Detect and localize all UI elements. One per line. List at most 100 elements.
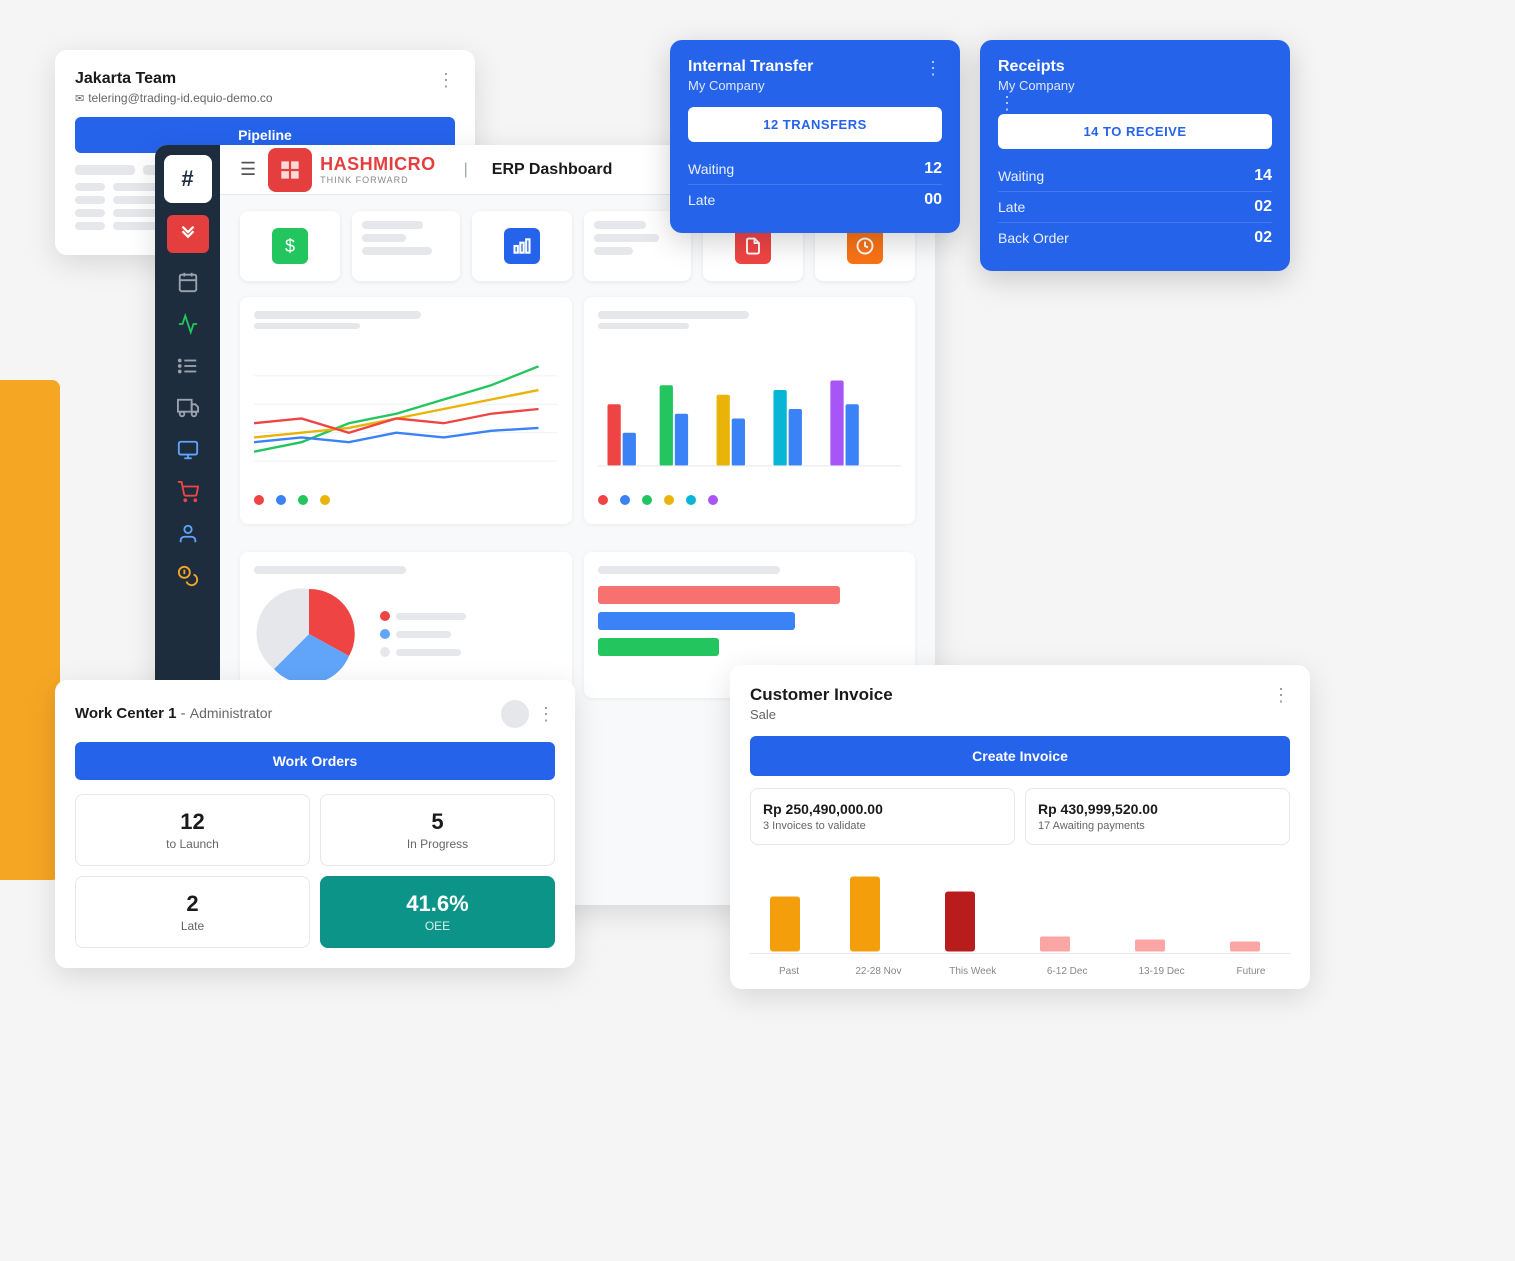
work-center-title: Work Center 1 - Administrator bbox=[75, 705, 272, 722]
receipts-waiting-row: Waiting 14 bbox=[998, 161, 1272, 192]
receipts-card-header: Receipts My Company ⋮ bbox=[998, 58, 1272, 114]
chart-label-nov: 22-28 Nov bbox=[848, 966, 908, 977]
hbar-pink bbox=[598, 586, 841, 604]
oee-value: 41.6% bbox=[337, 891, 538, 917]
erp-logo: # bbox=[164, 155, 212, 203]
sidebar-calendar-icon[interactable] bbox=[167, 263, 209, 301]
invoice-amounts: Rp 250,490,000.00 3 Invoices to validate… bbox=[750, 788, 1290, 845]
work-center-header: Work Center 1 - Administrator ⋮ bbox=[75, 700, 555, 728]
pie-chart bbox=[254, 584, 364, 684]
receipts-waiting-label: Waiting bbox=[998, 168, 1044, 184]
hashmicro-logo: HASHMICRO THINK FORWARD bbox=[268, 148, 436, 192]
launch-label: to Launch bbox=[92, 837, 293, 851]
invoice-icon bbox=[735, 228, 771, 264]
receipts-waiting-value: 14 bbox=[1254, 167, 1272, 185]
kpi-sales: $ bbox=[240, 211, 340, 281]
inprogress-label: In Progress bbox=[337, 837, 538, 851]
sidebar-coins-icon[interactable] bbox=[167, 557, 209, 595]
charts-two-col bbox=[240, 297, 915, 538]
customer-invoice-card: Customer Invoice Sale ⋮ Create Invoice R… bbox=[730, 665, 1310, 989]
wc-menu-icon[interactable]: ⋮ bbox=[537, 704, 555, 725]
wc-stat-launch: 12 to Launch bbox=[75, 794, 310, 866]
receipts-card-info: Receipts My Company bbox=[998, 58, 1272, 93]
hbar-green bbox=[598, 638, 719, 656]
bar-chart-legend bbox=[598, 492, 902, 510]
transfer-late-value: 00 bbox=[924, 191, 942, 209]
jakarta-title: Jakarta Team bbox=[75, 70, 273, 88]
transfer-waiting-row: Waiting 12 bbox=[688, 154, 942, 185]
sidebar-chart-icon[interactable] bbox=[167, 305, 209, 343]
pie-chart-section bbox=[240, 552, 572, 698]
chart-label-dec6: 6-12 Dec bbox=[1037, 966, 1097, 977]
hamburger-icon[interactable]: ☰ bbox=[240, 159, 256, 180]
kpi-analytics bbox=[472, 211, 572, 281]
transfer-card-header: Internal Transfer My Company ⋮ bbox=[688, 58, 942, 93]
invoice-info: Customer Invoice Sale bbox=[750, 685, 893, 722]
amount-validate-desc: 3 Invoices to validate bbox=[763, 820, 1002, 832]
transfer-menu-icon[interactable]: ⋮ bbox=[924, 58, 942, 79]
invoice-title: Customer Invoice bbox=[750, 685, 893, 705]
transfer-waiting-label: Waiting bbox=[688, 161, 734, 177]
invoice-amount-validate: Rp 250,490,000.00 3 Invoices to validate bbox=[750, 788, 1015, 845]
transfers-button[interactable]: 12 TRANSFERS bbox=[688, 107, 942, 142]
receipts-late-label: Late bbox=[998, 199, 1025, 215]
work-orders-button[interactable]: Work Orders bbox=[75, 742, 555, 780]
transfer-title: Internal Transfer bbox=[688, 58, 813, 76]
pie-section bbox=[254, 584, 558, 684]
sidebar-monitor-icon[interactable] bbox=[167, 431, 209, 469]
sidebar-nav-forward[interactable] bbox=[167, 215, 209, 253]
receipts-title: Receipts bbox=[998, 58, 1272, 76]
sidebar-user-icon[interactable] bbox=[167, 515, 209, 553]
chart-label-future: Future bbox=[1226, 966, 1276, 977]
work-center-card: Work Center 1 - Administrator ⋮ Work Ord… bbox=[55, 680, 575, 968]
invoice-subtitle: Sale bbox=[750, 707, 893, 722]
inprogress-count: 5 bbox=[337, 809, 538, 835]
wc-circle-control[interactable] bbox=[501, 700, 529, 728]
receipts-subtitle: My Company bbox=[998, 78, 1272, 93]
hbar-blue bbox=[598, 612, 795, 630]
bar-chart bbox=[598, 339, 902, 479]
sidebar-truck-icon[interactable] bbox=[167, 389, 209, 427]
transfer-waiting-value: 12 bbox=[924, 160, 942, 178]
hm-brand-name: HASHMICRO bbox=[320, 154, 436, 175]
hm-tagline: THINK FORWARD bbox=[320, 175, 436, 185]
receipts-backorder-row: Back Order 02 bbox=[998, 223, 1272, 253]
receipts-backorder-label: Back Order bbox=[998, 230, 1069, 246]
bar-chart-icon bbox=[504, 228, 540, 264]
amount-validate-value: Rp 250,490,000.00 bbox=[763, 801, 1002, 817]
receipts-menu-icon[interactable]: ⋮ bbox=[998, 93, 1016, 113]
email-icon: ✉ bbox=[75, 92, 84, 105]
transfer-card-info: Internal Transfer My Company bbox=[688, 58, 813, 93]
jakarta-info: Jakarta Team ✉ telering@trading-id.equio… bbox=[75, 70, 273, 105]
delivery-icon bbox=[847, 228, 883, 264]
bar-chart-section bbox=[584, 297, 916, 524]
sidebar-list-icon[interactable] bbox=[167, 347, 209, 385]
line-chart-legend bbox=[254, 492, 558, 510]
invoice-amount-awaiting: Rp 430,999,520.00 17 Awaiting payments bbox=[1025, 788, 1290, 845]
amount-awaiting-desc: 17 Awaiting payments bbox=[1038, 820, 1277, 832]
late-count: 2 bbox=[92, 891, 293, 917]
transfer-subtitle: My Company bbox=[688, 78, 813, 93]
chart-label-past: Past bbox=[764, 966, 814, 977]
jakarta-menu-icon[interactable]: ⋮ bbox=[437, 70, 455, 91]
invoice-menu-icon[interactable]: ⋮ bbox=[1272, 685, 1290, 706]
internal-transfer-card: Internal Transfer My Company ⋮ 12 TRANSF… bbox=[670, 40, 960, 233]
erp-dashboard-title: ERP Dashboard bbox=[492, 161, 613, 179]
receipts-late-value: 02 bbox=[1254, 198, 1272, 216]
yellow-accent bbox=[0, 380, 60, 880]
create-invoice-button[interactable]: Create Invoice bbox=[750, 736, 1290, 776]
chart-label-dec13: 13-19 Dec bbox=[1132, 966, 1192, 977]
work-center-stats: 12 to Launch 5 In Progress 2 Late 41.6% … bbox=[75, 794, 555, 948]
wc-stat-inprogress: 5 In Progress bbox=[320, 794, 555, 866]
hm-logo-box bbox=[268, 148, 312, 192]
sidebar-cart-icon[interactable] bbox=[167, 473, 209, 511]
line-chart-section bbox=[240, 297, 572, 524]
chart-label-thisweek: This Week bbox=[943, 966, 1003, 977]
work-center-info: Work Center 1 - Administrator bbox=[75, 705, 272, 723]
hm-logo-text: HASHMICRO THINK FORWARD bbox=[320, 154, 436, 185]
jakarta-email: ✉ telering@trading-id.equio-demo.co bbox=[75, 91, 273, 105]
receipts-late-row: Late 02 bbox=[998, 192, 1272, 223]
pie-legend bbox=[380, 611, 466, 657]
receive-button[interactable]: 14 TO RECEIVE bbox=[998, 114, 1272, 149]
dollar-icon: $ bbox=[272, 228, 308, 264]
